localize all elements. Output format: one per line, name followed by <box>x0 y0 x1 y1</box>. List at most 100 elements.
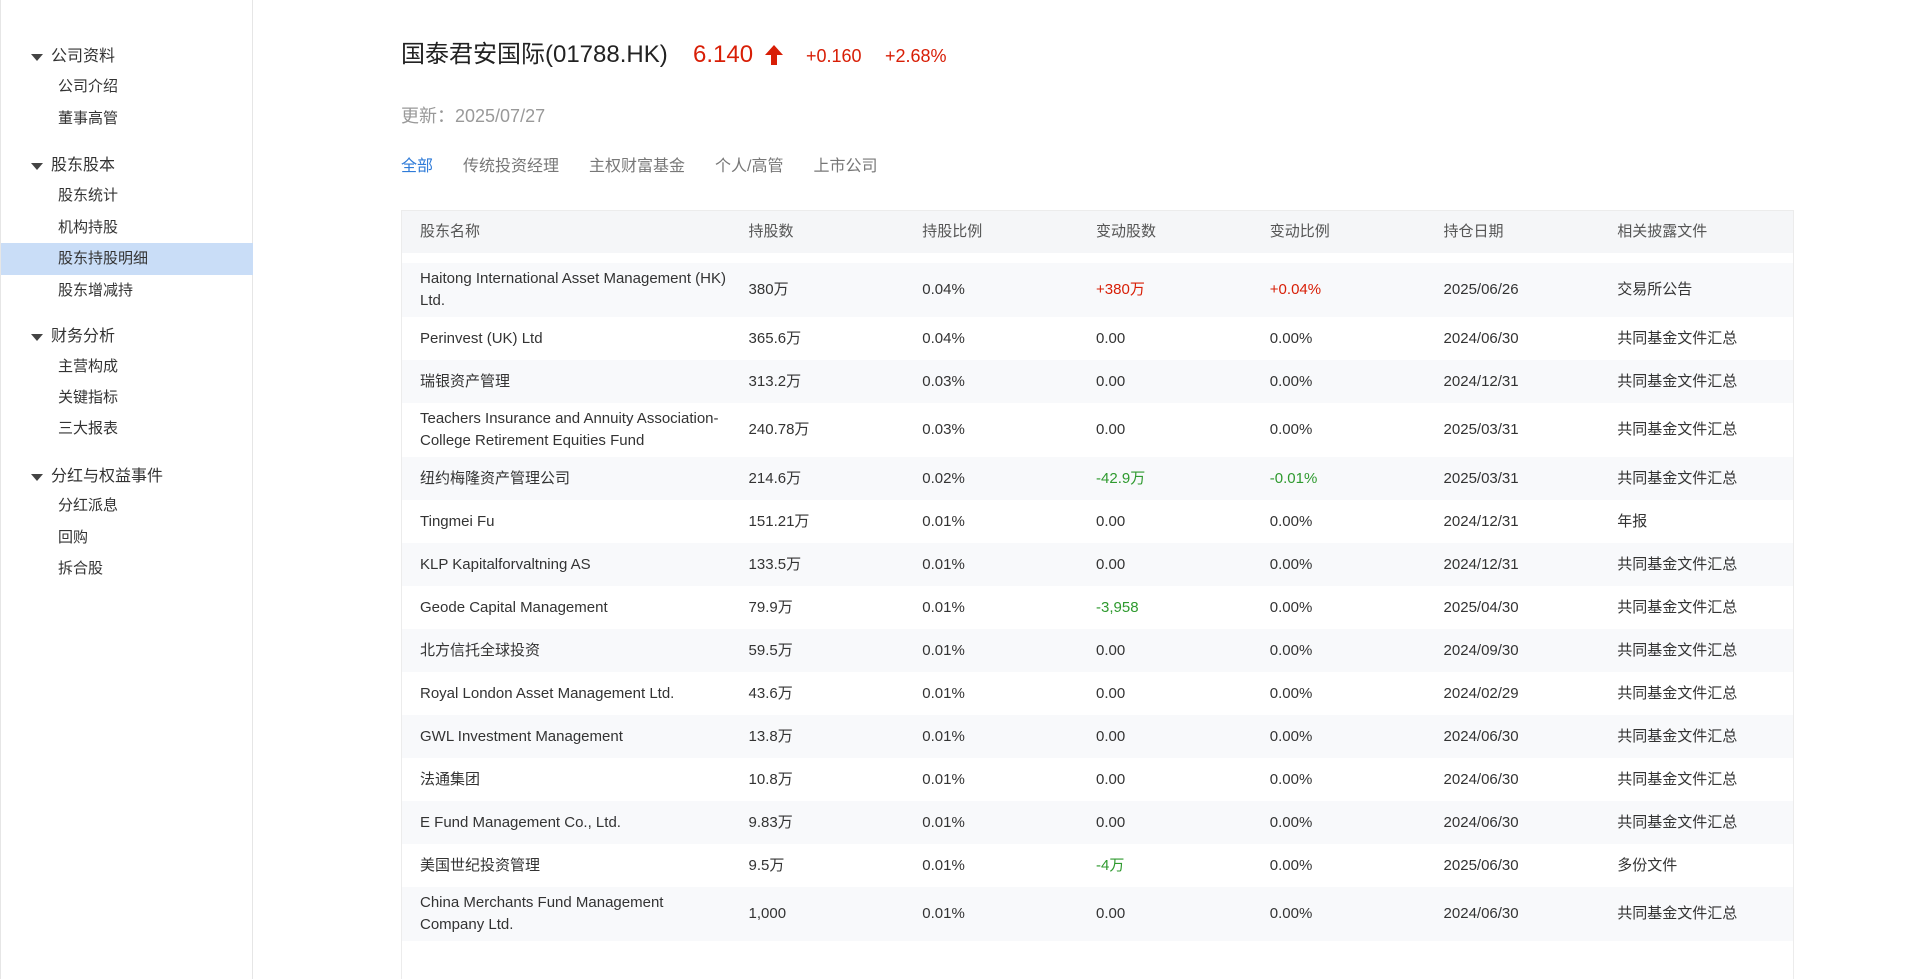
price-change-percent: +2.68% <box>885 46 947 66</box>
sidebar-group-company-info[interactable]: 公司资料 <box>31 46 115 68</box>
table-cell-chg-pct: 0.00% <box>1269 512 1313 530</box>
sidebar-group-dividends[interactable]: 分红与权益事件 <box>31 466 163 488</box>
column-header[interactable]: 持股比例 <box>922 211 1096 253</box>
tab-all[interactable]: 全部 <box>401 154 433 180</box>
table-cell-ratio: 0.01% <box>922 813 965 831</box>
sidebar-item-financial-statements[interactable]: 三大报表 <box>1 413 253 445</box>
column-header[interactable]: 变动股数 <box>1096 211 1270 253</box>
column-header[interactable]: 股东名称 <box>402 211 749 253</box>
table-cell-chg-pct: 0.00% <box>1269 684 1313 702</box>
table-row[interactable]: 法通集团 10.8万 0.01% 0.00 0.00% 2024/06/30 共同基金文件汇… <box>402 758 1793 801</box>
table-row[interactable]: 纽约梅隆资产管理公司 214.6万 0.02% -42.9万 -0.01% 2025/03… <box>402 457 1793 500</box>
sidebar-group-financial-analysis[interactable]: 财务分析 <box>31 326 115 348</box>
table-header: 股东名称 持股数 持股比例 变动股数 变动比例 持仓日期 相关披露文件 <box>402 211 1793 253</box>
sidebar-item-business-composition[interactable]: 主营构成 <box>1 351 253 383</box>
table-cell-chg-pct: 0.00% <box>1269 727 1313 745</box>
table-cell-date: 2024/06/30 <box>1443 905 1519 922</box>
table-cell-shares: 79.9万 <box>748 598 793 616</box>
table-cell-name: Tingmei Fu <box>420 512 495 530</box>
table-cell-shares: 365.6万 <box>748 329 802 347</box>
table-cell-date: 2024/06/30 <box>1443 770 1519 788</box>
table-cell-doc[interactable]: 共同基金文件汇总 <box>1617 468 1793 490</box>
sidebar-item-directors[interactable]: 董事高管 <box>1 103 253 135</box>
table-cell-doc[interactable]: 共同基金文件汇总 <box>1617 726 1793 748</box>
table-cell-shares: 214.6万 <box>748 469 802 487</box>
stock-price: 6.140 <box>693 41 754 68</box>
table-cell-shares: 313.2万 <box>748 372 802 390</box>
sidebar: 公司资料 公司介绍 董事高管 股东股本 股东统计 机构持股 股东持股明细 股东增… <box>0 0 253 979</box>
table-row[interactable]: Royal London Asset Management Ltd. 43.6万 0… <box>402 672 1793 715</box>
column-header[interactable]: 相关披露文件 <box>1617 211 1793 253</box>
table-cell-date: 2025/04/30 <box>1443 598 1519 616</box>
sidebar-group-shareholders[interactable]: 股东股本 <box>31 155 115 177</box>
tab-traditional-managers[interactable]: 传统投资经理 <box>463 154 559 180</box>
table-cell-doc[interactable]: 共同基金文件汇总 <box>1617 903 1793 925</box>
sidebar-item-dividends[interactable]: 分红派息 <box>1 490 253 522</box>
table-row[interactable]: China Merchants Fund Management Company … <box>402 887 1793 941</box>
table-row[interactable]: 瑞银资产管理 313.2万 0.03% 0.00 0.00% 2024/12/31 共同基金… <box>402 360 1793 403</box>
table-cell-doc[interactable]: 共同基金文件汇总 <box>1617 683 1793 705</box>
table-row[interactable]: 北方信托全球投资 59.5万 0.01% 0.00 0.00% 2024/09/30 共同基… <box>402 629 1793 672</box>
column-header[interactable]: 持仓日期 <box>1444 211 1618 253</box>
table-cell-name: Royal London Asset Management Ltd. <box>420 684 675 702</box>
table-row[interactable]: KLP Kapitalforvaltning AS 133.5万 0.01% 0.00… <box>402 543 1793 586</box>
table-body: 道富398.13万0.04%+2,0000.00%2025/06/30多份文件H… <box>402 231 1793 941</box>
sidebar-item-company-intro[interactable]: 公司介绍 <box>1 71 253 103</box>
tab-sovereign-funds[interactable]: 主权财富基金 <box>589 154 685 180</box>
column-header[interactable]: 变动比例 <box>1270 211 1444 253</box>
table-cell-doc[interactable]: 交易所公告 <box>1617 279 1793 301</box>
table-cell-shares: 10.8万 <box>748 770 793 788</box>
table-row[interactable]: Teachers Insurance and Annuity Associati… <box>402 403 1793 457</box>
column-header[interactable]: 持股数 <box>749 211 923 253</box>
table-cell-chg-pct: -0.01% <box>1269 469 1318 487</box>
table-cell-shares: 380万 <box>748 281 789 298</box>
table-cell-ratio: 0.01% <box>922 905 965 922</box>
table-cell-name: 美国世纪投资管理 <box>420 856 541 874</box>
table-cell-doc[interactable]: 共同基金文件汇总 <box>1617 812 1793 834</box>
table-cell-doc[interactable]: 共同基金文件汇总 <box>1617 328 1793 350</box>
tab-individuals[interactable]: 个人/高管 <box>715 154 783 180</box>
table-cell-name: Haitong International Asset Management (… <box>420 270 726 309</box>
table-row[interactable]: Tingmei Fu 151.21万 0.01% 0.00 0.00% 2024/12/3… <box>402 500 1793 543</box>
tab-listed-companies[interactable]: 上市公司 <box>814 154 878 180</box>
sidebar-item-key-indicators[interactable]: 关键指标 <box>1 382 253 414</box>
sidebar-item-stock-split[interactable]: 拆合股 <box>1 553 253 585</box>
table-cell-name: Perinvest (UK) Ltd <box>420 329 543 347</box>
sidebar-item-shareholding-changes[interactable]: 股东增减持 <box>1 275 253 307</box>
shareholders-table[interactable]: 股东名称 持股数 持股比例 变动股数 变动比例 持仓日期 相关披露文件 道富39… <box>401 210 1794 979</box>
sidebar-group-label: 财务分析 <box>51 328 116 345</box>
table-cell-doc[interactable]: 多份文件 <box>1617 855 1793 877</box>
table-cell-doc[interactable]: 共同基金文件汇总 <box>1617 554 1793 576</box>
table-cell-doc[interactable]: 共同基金文件汇总 <box>1617 419 1793 441</box>
table-cell-doc[interactable]: 年报 <box>1617 511 1793 533</box>
table-cell-name: Geode Capital Management <box>420 598 608 616</box>
table-cell-chg: +380万 <box>1096 281 1145 298</box>
table-cell-name: 北方信托全球投资 <box>420 641 541 659</box>
sidebar-item-institutional-holdings[interactable]: 机构持股 <box>1 212 253 244</box>
table-cell-chg-pct: 0.00% <box>1269 555 1313 573</box>
table-row[interactable]: E Fund Management Co., Ltd. 9.83万 0.01% 0.0… <box>402 801 1793 844</box>
table-cell-ratio: 0.01% <box>922 727 965 745</box>
sidebar-item-shareholder-stats[interactable]: 股东统计 <box>1 180 253 212</box>
table-cell-ratio: 0.01% <box>922 770 965 788</box>
table-cell-date: 2024/06/30 <box>1443 813 1519 831</box>
table-cell-name: 法通集团 <box>420 770 481 788</box>
table-cell-chg: 0.00 <box>1096 512 1126 530</box>
table-cell-doc[interactable]: 共同基金文件汇总 <box>1617 371 1793 393</box>
table-row[interactable]: Haitong International Asset Management (… <box>402 263 1793 317</box>
table-cell-ratio: 0.04% <box>922 329 965 347</box>
table-cell-doc[interactable]: 共同基金文件汇总 <box>1617 769 1793 791</box>
table-cell-chg: 0.00 <box>1096 770 1126 788</box>
table-row[interactable]: Perinvest (UK) Ltd 365.6万 0.04% 0.00 0.00% 20… <box>402 317 1793 360</box>
table-row[interactable]: 美国世纪投资管理 9.5万 0.01% -4万 0.00% 2025/06/30 多份文件 <box>402 844 1793 887</box>
table-cell-date: 2025/03/31 <box>1443 421 1519 438</box>
table-cell-ratio: 0.01% <box>922 684 965 702</box>
sidebar-item-shareholding-detail[interactable]: 股东持股明细 <box>1 243 253 275</box>
table-row[interactable]: GWL Investment Management 13.8万 0.01% 0.00 0… <box>402 715 1793 758</box>
table-cell-doc[interactable]: 共同基金文件汇总 <box>1617 597 1793 619</box>
table-cell-doc[interactable]: 共同基金文件汇总 <box>1617 640 1793 662</box>
table-row[interactable]: Geode Capital Management 79.9万 0.01% -3,958… <box>402 586 1793 629</box>
sidebar-item-buyback[interactable]: 回购 <box>1 522 253 554</box>
caret-down-icon <box>31 333 43 341</box>
sidebar-group-label: 股东股本 <box>51 157 116 174</box>
